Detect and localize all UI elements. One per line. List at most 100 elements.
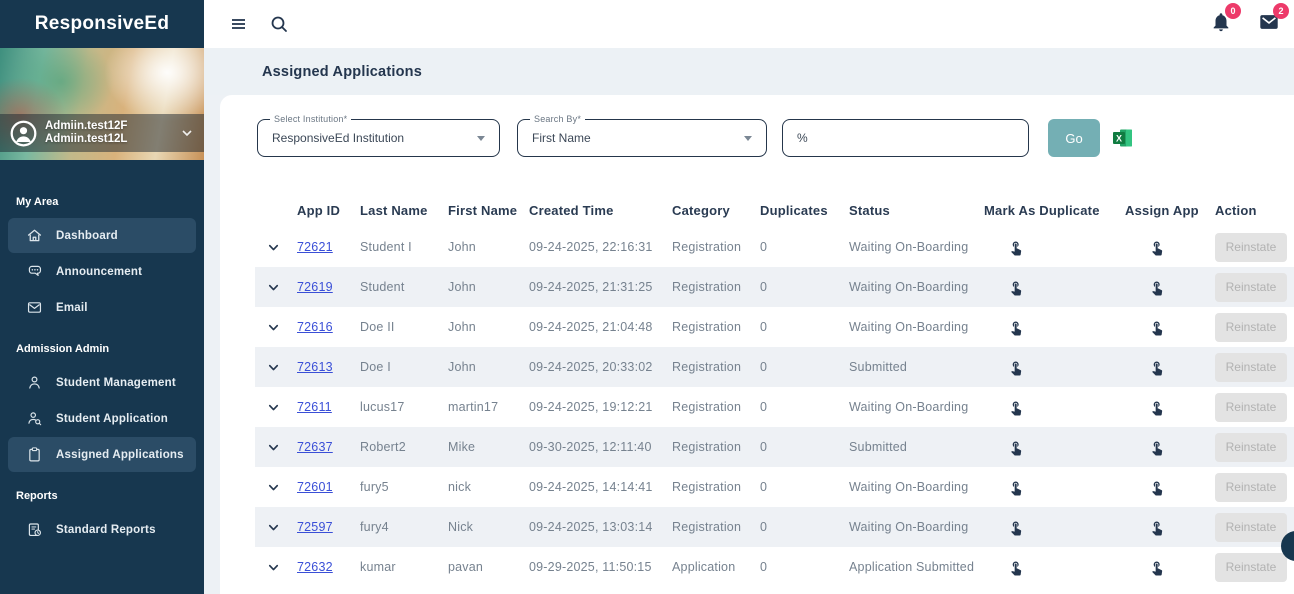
expand-row-button[interactable] — [255, 401, 297, 414]
reinstate-button[interactable]: Reinstate — [1215, 272, 1287, 302]
sidebar-item-label: Student Application — [56, 412, 168, 425]
expand-row-button[interactable] — [255, 521, 297, 534]
institution-select[interactable]: Select Institution* ResponsiveEd Institu… — [257, 114, 500, 157]
category-cell: Registration — [672, 240, 742, 254]
reinstate-button[interactable]: Reinstate — [1215, 352, 1287, 382]
sidebar-item-student-application[interactable]: Student Application — [8, 401, 196, 436]
go-button[interactable]: Go — [1048, 119, 1100, 157]
assign-app-button[interactable] — [1125, 238, 1215, 257]
nav-section-reports: Reports — [16, 490, 58, 502]
sidebar-item-label: Student Management — [56, 376, 176, 389]
mark-as-duplicate-button[interactable] — [984, 398, 1125, 417]
app-id-link[interactable]: 72637 — [297, 440, 360, 454]
sidebar-item-email[interactable]: Email — [8, 290, 196, 325]
table-row: 72637 Robert2 Mike 09-30-2025, 12:11:40 … — [255, 427, 1294, 467]
chevron-down-icon — [268, 324, 279, 330]
expand-row-button[interactable] — [255, 441, 297, 454]
action-cell: Reinstate — [1215, 552, 1294, 582]
mark-as-duplicate-button[interactable] — [984, 238, 1125, 257]
profile-menu[interactable]: Admiin.test12F Admiin.test12L — [0, 114, 204, 152]
reinstate-button[interactable]: Reinstate — [1215, 472, 1287, 502]
reinstate-button[interactable]: Reinstate — [1215, 432, 1287, 462]
app-id-link[interactable]: 72613 — [297, 360, 360, 374]
app-id-link[interactable]: 72621 — [297, 240, 360, 254]
duplicates-cell: 0 — [760, 440, 768, 454]
app-id-link[interactable]: 72611 — [297, 400, 360, 414]
app-id-link[interactable]: 72632 — [297, 560, 360, 574]
mark-as-duplicate-button[interactable] — [984, 358, 1125, 377]
app-id-link[interactable]: 72601 — [297, 480, 360, 494]
sidebar-item-student-management[interactable]: Student Management — [8, 365, 196, 400]
touch-app-icon — [1152, 521, 1163, 535]
content-area: Select Institution* ResponsiveEd Institu… — [204, 95, 1294, 594]
search-icon[interactable] — [268, 13, 290, 35]
reinstate-button[interactable]: Reinstate — [1215, 512, 1287, 542]
category-cell: Registration — [672, 320, 742, 334]
mark-as-duplicate-button[interactable] — [984, 558, 1125, 577]
expand-row-button[interactable] — [255, 321, 297, 334]
chevron-down-icon — [182, 130, 192, 137]
assign-app-button[interactable] — [1125, 438, 1215, 457]
sidebar-item-dashboard[interactable]: Dashboard — [8, 218, 196, 253]
expand-row-button[interactable] — [255, 481, 297, 494]
touch-app-icon — [1011, 401, 1022, 415]
assign-app-button[interactable] — [1125, 478, 1215, 497]
duplicates-cell: 0 — [760, 240, 768, 254]
app-id-link[interactable]: 72619 — [297, 280, 360, 294]
reinstate-button[interactable]: Reinstate — [1215, 232, 1287, 262]
assign-app-button[interactable] — [1125, 518, 1215, 537]
action-cell: Reinstate — [1215, 472, 1294, 502]
created-time-cell: 09-24-2025, 21:04:48 — [529, 320, 653, 334]
expand-row-button[interactable] — [255, 561, 297, 574]
reinstate-button[interactable]: Reinstate — [1215, 552, 1287, 582]
clipboard-icon — [29, 447, 40, 462]
reinstate-button[interactable]: Reinstate — [1215, 312, 1287, 342]
app-id-link[interactable]: 72616 — [297, 320, 360, 334]
applications-card: Select Institution* ResponsiveEd Institu… — [220, 95, 1294, 594]
reinstate-button[interactable]: Reinstate — [1215, 392, 1287, 422]
category-cell: Registration — [672, 400, 742, 414]
notifications-button[interactable]: 0 — [1210, 2, 1241, 38]
app-id-link[interactable]: 72597 — [297, 520, 360, 534]
last-name-cell: lucus17 — [360, 400, 405, 414]
menu-icon[interactable] — [228, 13, 250, 35]
search-by-select[interactable]: Search By* First Name — [517, 114, 767, 157]
expand-row-button[interactable] — [255, 241, 297, 254]
assign-app-button[interactable] — [1125, 278, 1215, 297]
assign-app-button[interactable] — [1125, 398, 1215, 417]
topbar: 0 2 — [204, 0, 1294, 48]
last-name-cell: kumar — [360, 560, 396, 574]
expand-row-button[interactable] — [255, 281, 297, 294]
chevron-down-icon — [268, 364, 279, 370]
excel-export-button[interactable]: X — [1111, 126, 1135, 150]
header-last-name: Last Name — [360, 202, 428, 218]
category-cell: Registration — [672, 480, 742, 494]
nav-section-my-area: My Area — [16, 196, 59, 208]
mark-as-duplicate-button[interactable] — [984, 518, 1125, 537]
first-name-cell: pavan — [448, 560, 484, 574]
sidebar-item-announcement[interactable]: Announcement — [8, 254, 196, 289]
action-cell: Reinstate — [1215, 392, 1294, 422]
table-row: 72601 fury5 nick 09-24-2025, 14:14:41 Re… — [255, 467, 1294, 507]
mark-as-duplicate-button[interactable] — [984, 278, 1125, 297]
expand-row-button[interactable] — [255, 361, 297, 374]
main-area: 0 2 Assigned Applications Select Institu… — [204, 0, 1294, 594]
assign-app-button[interactable] — [1125, 318, 1215, 337]
header-first-name: First Name — [448, 202, 518, 218]
messages-button[interactable]: 2 — [1258, 2, 1289, 38]
sidebar-item-label: Dashboard — [56, 229, 118, 242]
status-cell: Waiting On-Boarding — [849, 400, 969, 414]
mark-as-duplicate-button[interactable] — [984, 438, 1125, 457]
mark-as-duplicate-button[interactable] — [984, 478, 1125, 497]
person-icon — [29, 376, 40, 389]
sidebar-item-assigned-applications[interactable]: Assigned Applications — [8, 437, 196, 472]
category-cell: Registration — [672, 520, 742, 534]
assign-app-button[interactable] — [1125, 558, 1215, 577]
search-value-input[interactable] — [797, 131, 1016, 145]
mark-as-duplicate-button[interactable] — [984, 318, 1125, 337]
action-cell: Reinstate — [1215, 512, 1294, 542]
assign-app-button[interactable] — [1125, 358, 1215, 377]
sidebar-item-standard-reports[interactable]: Standard Reports — [8, 512, 196, 547]
last-name-cell: fury5 — [360, 480, 389, 494]
created-time-cell: 09-24-2025, 14:14:41 — [529, 480, 653, 494]
